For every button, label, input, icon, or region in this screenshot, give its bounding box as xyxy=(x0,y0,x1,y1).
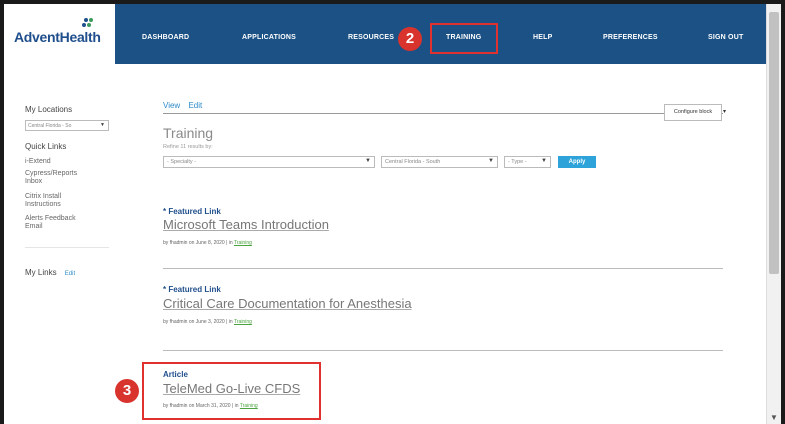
item-category-link[interactable]: Training xyxy=(234,319,252,325)
brand-logo-icon xyxy=(82,18,94,30)
training-highlight-box xyxy=(430,23,498,54)
article-highlight-box xyxy=(142,362,321,420)
step-3-badge: 3 xyxy=(115,379,139,403)
page-title: Training xyxy=(163,125,214,141)
item-kind-label: * Featured Link xyxy=(163,285,221,294)
item-meta: by fhadmin on June 8, 2020 | in Training xyxy=(163,240,252,246)
quick-link-iextend[interactable]: i-Extend xyxy=(25,158,51,166)
view-edit-tabs: View Edit xyxy=(163,101,208,110)
scrollbar-thumb[interactable] xyxy=(769,12,779,274)
browser-viewport: AdventHealth DASHBOARD APPLICATIONS RESO… xyxy=(4,4,766,424)
step-2-badge: 2 xyxy=(398,27,422,51)
location-filter-value: Central Florida - South xyxy=(385,159,441,165)
my-links-edit-link[interactable]: Edit xyxy=(65,271,75,277)
location-select-value: Central Florida - So xyxy=(28,123,72,129)
specialty-filter[interactable]: - Specialty - ▼ xyxy=(163,156,375,168)
tab-view[interactable]: View xyxy=(163,101,180,110)
item-divider xyxy=(163,268,723,269)
item-kind-label: * Featured Link xyxy=(163,207,221,216)
item-meta-byline: by fhadmin on June 8, 2020 | in xyxy=(163,240,233,246)
nav-preferences[interactable]: PREFERENCES xyxy=(603,34,658,41)
configure-block-button[interactable]: Configure block xyxy=(664,104,722,121)
item-title-link[interactable]: Microsoft Teams Introduction xyxy=(163,217,329,232)
sidebar-divider xyxy=(25,247,109,248)
logo[interactable]: AdventHealth xyxy=(4,4,115,64)
quick-links-heading: Quick Links xyxy=(25,142,67,151)
my-links-heading: My Links Edit xyxy=(25,268,75,277)
item-meta: by fhadmin on June 3, 2020 | in Training xyxy=(163,319,252,325)
chevron-down-icon: ▼ xyxy=(488,158,494,164)
location-select[interactable]: Central Florida - So ▼ xyxy=(25,120,109,131)
my-locations-heading: My Locations xyxy=(25,105,73,114)
location-filter[interactable]: Central Florida - South ▼ xyxy=(381,156,498,168)
caret-down-icon[interactable]: ▾ xyxy=(723,108,726,115)
nav-resources[interactable]: RESOURCES xyxy=(348,34,394,41)
item-divider xyxy=(163,350,723,351)
specialty-filter-value: - Specialty - xyxy=(167,159,197,165)
tab-edit[interactable]: Edit xyxy=(188,101,202,110)
nav-dashboard[interactable]: DASHBOARD xyxy=(142,34,189,41)
chevron-down-icon: ▼ xyxy=(541,158,547,164)
item-meta-byline: by fhadmin on June 3, 2020 | in xyxy=(163,319,233,325)
chevron-down-icon: ▼ xyxy=(365,158,371,164)
brand-name: AdventHealth xyxy=(14,29,101,45)
screenshot-frame: AdventHealth DASHBOARD APPLICATIONS RESO… xyxy=(0,0,785,424)
type-filter[interactable]: - Type - ▼ xyxy=(504,156,551,168)
tabs-underline xyxy=(163,113,723,114)
scroll-down-arrow-icon[interactable]: ▼ xyxy=(770,413,778,422)
item-category-link[interactable]: Training xyxy=(234,240,252,246)
quick-link-cypress-reports[interactable]: Cypress/Reports Inbox xyxy=(25,170,95,186)
nav-applications[interactable]: APPLICATIONS xyxy=(242,34,296,41)
vertical-scrollbar[interactable]: ▼ xyxy=(766,4,781,424)
my-links-label: My Links xyxy=(25,268,57,277)
refine-results-text: Refine 11 results by: xyxy=(163,144,213,150)
chevron-down-icon: ▼ xyxy=(100,122,105,128)
nav-sign-out[interactable]: SIGN OUT xyxy=(708,34,743,41)
nav-help[interactable]: HELP xyxy=(533,34,552,41)
quick-link-alerts-feedback[interactable]: Alerts Feedback Email xyxy=(25,215,95,231)
quick-link-citrix-install[interactable]: Citrix Install Instructions xyxy=(25,193,85,209)
apply-button[interactable]: Apply xyxy=(558,156,596,168)
type-filter-value: - Type - xyxy=(508,159,527,165)
item-title-link[interactable]: Critical Care Documentation for Anesthes… xyxy=(163,296,412,311)
